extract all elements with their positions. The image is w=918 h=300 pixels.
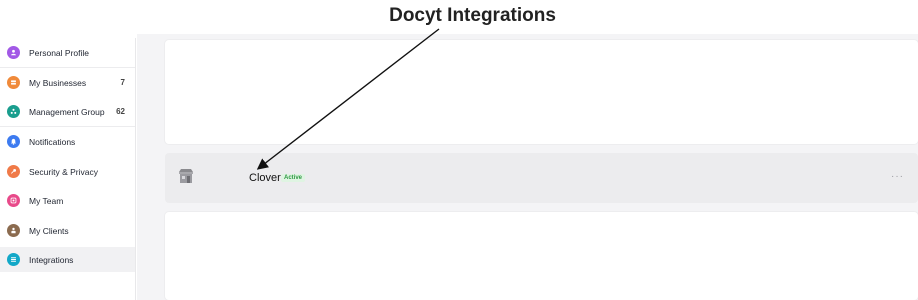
business-icon bbox=[7, 76, 20, 89]
key-icon bbox=[7, 165, 20, 178]
sidebar-item-my-clients[interactable]: My Clients bbox=[0, 218, 135, 243]
sidebar-item-label: Security & Privacy bbox=[29, 167, 98, 177]
more-options-icon[interactable]: ··· bbox=[891, 171, 904, 182]
sidebar-item-management-group[interactable]: Management Group 62 bbox=[0, 99, 135, 124]
clover-logo-icon bbox=[178, 168, 194, 184]
sidebar-item-my-team[interactable]: My Team bbox=[0, 188, 135, 213]
businesses-count: 7 bbox=[120, 78, 125, 87]
sidebar-item-label: My Businesses bbox=[29, 78, 87, 88]
sidebar-divider bbox=[0, 67, 135, 68]
integration-card-placeholder bbox=[165, 40, 918, 144]
sidebar-item-my-businesses[interactable]: My Businesses 7 bbox=[0, 70, 135, 95]
integration-name: Clover bbox=[249, 172, 281, 184]
sidebar-divider bbox=[0, 126, 135, 127]
sidebar-item-label: My Clients bbox=[29, 226, 69, 236]
page-title: Docyt Integrations bbox=[389, 5, 556, 26]
sidebar-item-personal-profile[interactable]: Personal Profile bbox=[0, 40, 135, 65]
settings-sidebar: Personal Profile My Businesses 7 Managem… bbox=[0, 38, 136, 300]
sidebar-item-security-privacy[interactable]: Security & Privacy bbox=[0, 159, 135, 184]
sidebar-item-label: Notifications bbox=[29, 137, 76, 147]
integration-card-placeholder bbox=[165, 212, 918, 300]
sidebar-item-integrations[interactable]: Integrations bbox=[0, 247, 135, 272]
integrations-icon bbox=[7, 253, 20, 266]
sidebar-item-label: Management Group bbox=[29, 107, 105, 117]
group-icon bbox=[7, 105, 20, 118]
sidebar-item-label: Integrations bbox=[29, 255, 74, 265]
integrations-panel: Clover Active ··· bbox=[137, 34, 918, 300]
sidebar-item-label: My Team bbox=[29, 196, 64, 206]
integration-card-clover[interactable]: Clover Active ··· bbox=[165, 153, 918, 203]
clients-icon bbox=[7, 224, 20, 237]
team-icon bbox=[7, 194, 20, 207]
status-badge: Active bbox=[281, 174, 306, 182]
person-icon bbox=[7, 46, 20, 59]
sidebar-item-label: Personal Profile bbox=[29, 48, 90, 58]
bell-icon bbox=[7, 135, 20, 148]
management-group-count: 62 bbox=[116, 107, 125, 116]
sidebar-item-notifications[interactable]: Notifications bbox=[0, 129, 135, 154]
